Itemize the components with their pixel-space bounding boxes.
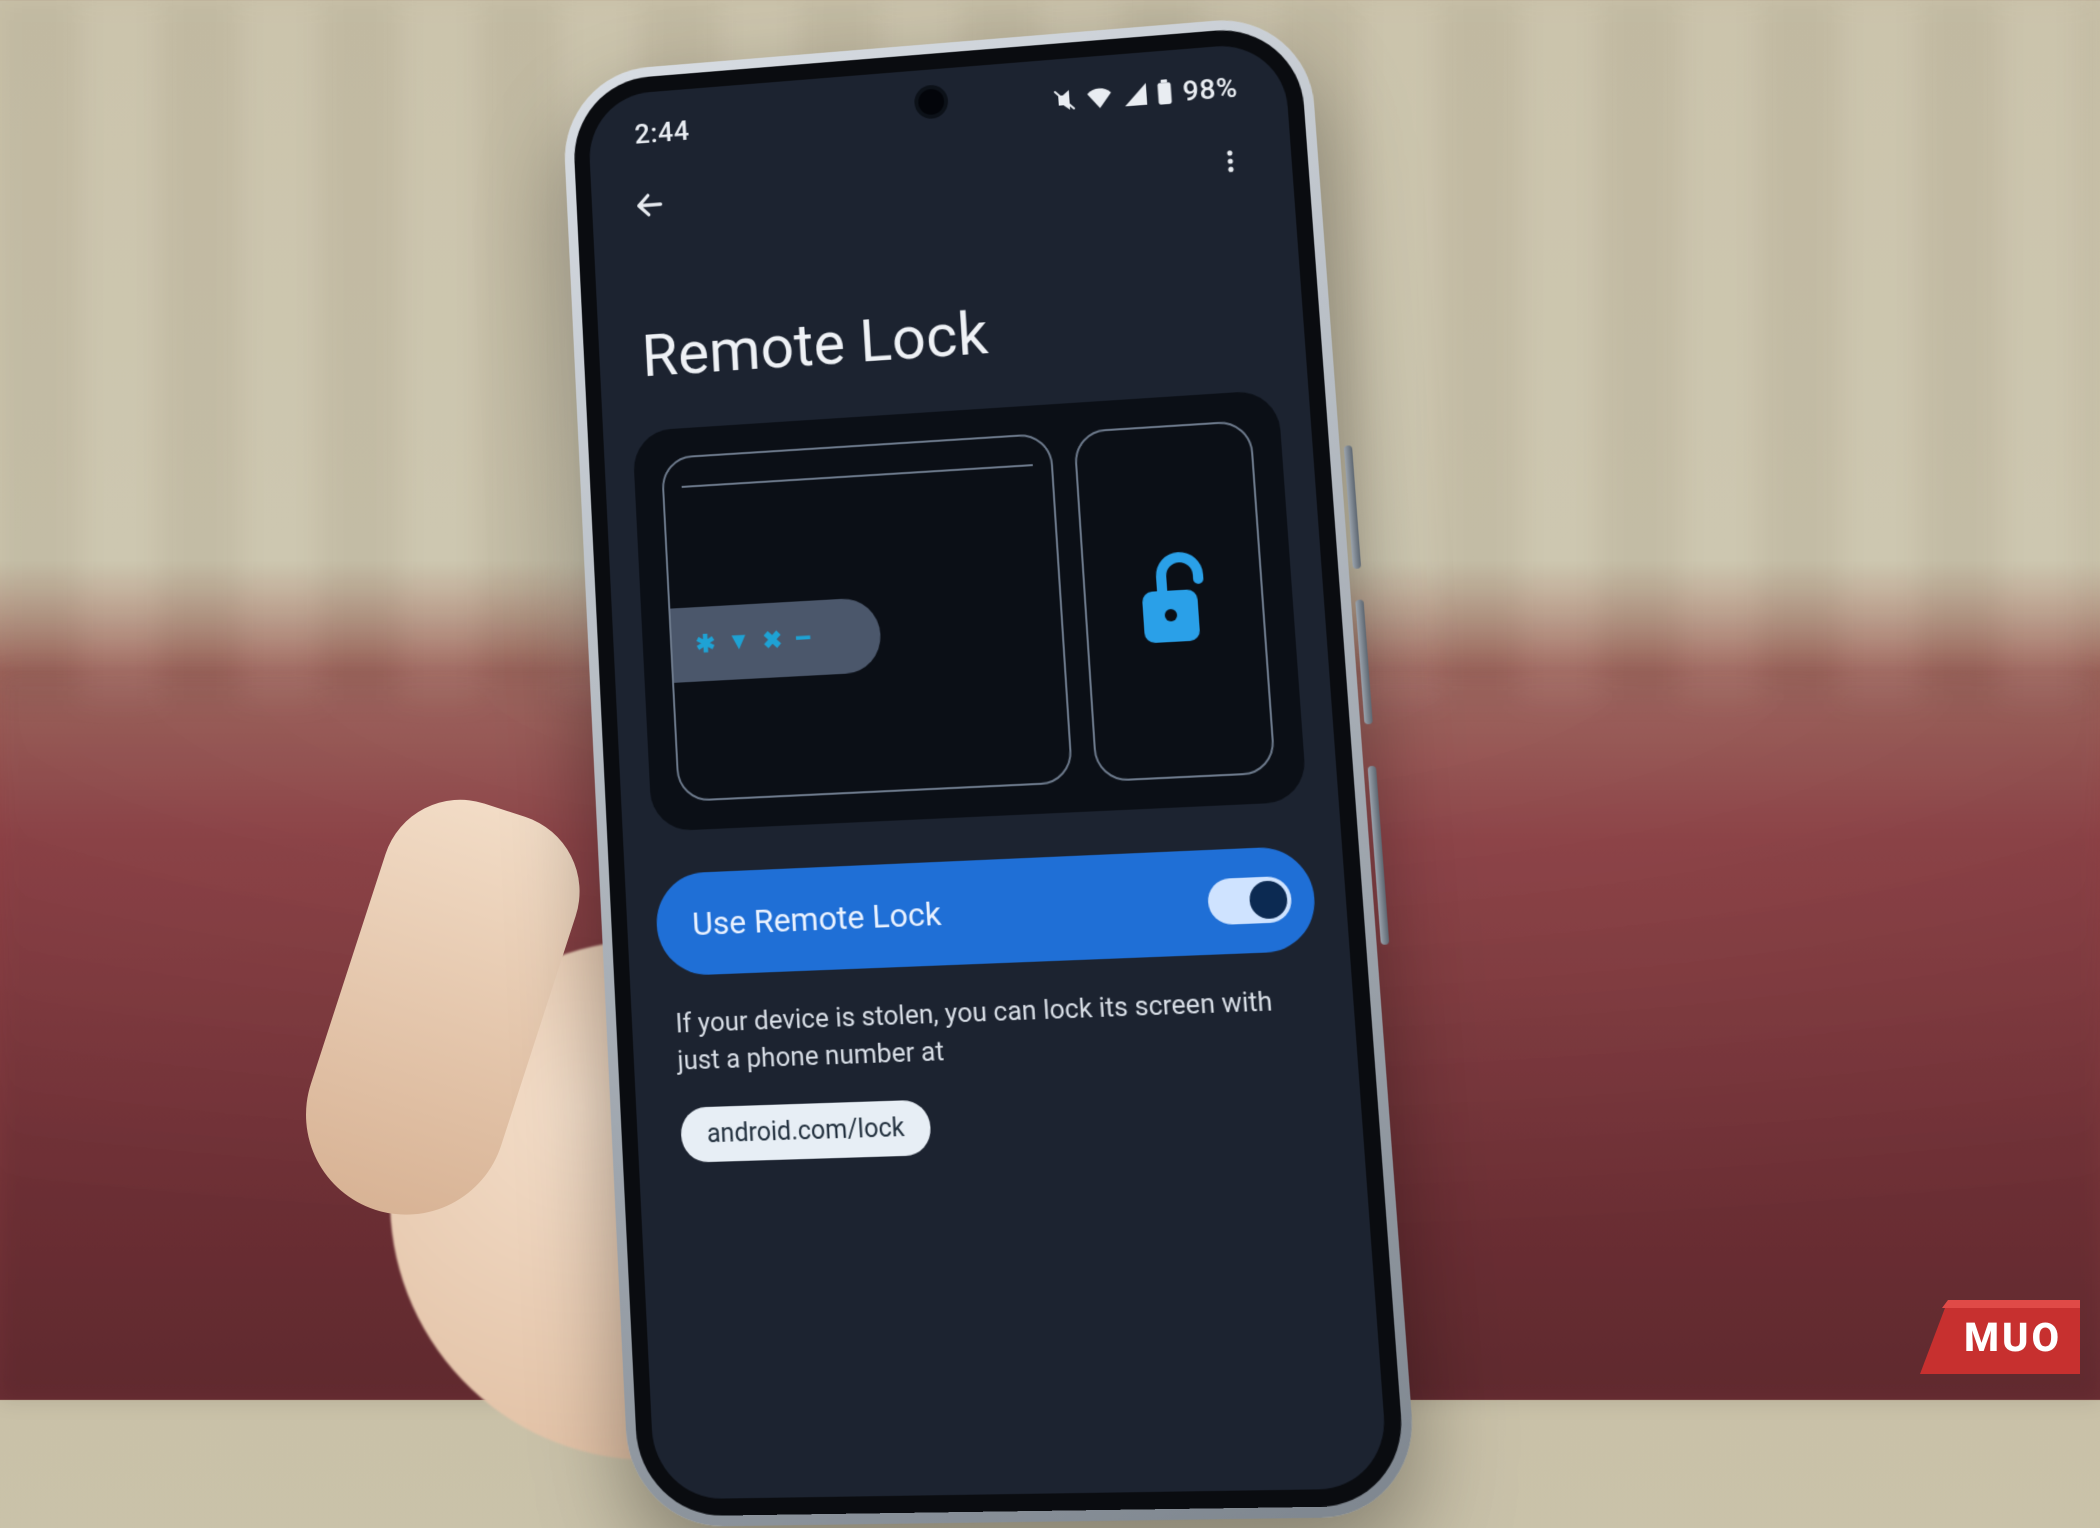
cellular-signal-icon	[1122, 83, 1148, 107]
battery-icon	[1156, 79, 1174, 106]
overflow-menu-button[interactable]	[1204, 135, 1256, 187]
wifi-icon	[1086, 86, 1113, 110]
unlock-icon	[1128, 547, 1219, 654]
muo-watermark-text: MUO	[1920, 1292, 2080, 1382]
volume-down-button	[1355, 599, 1373, 724]
volume-up-button	[1344, 445, 1361, 569]
mute-icon	[1052, 87, 1077, 113]
arrow-left-icon	[633, 187, 667, 223]
toggle-switch-thumb	[1248, 880, 1288, 919]
illustration-symbol-asterisk-icon: ✱	[695, 629, 716, 658]
status-time: 2:44	[634, 114, 691, 150]
muo-watermark: MUO	[1920, 1292, 2080, 1382]
more-vertical-icon	[1215, 146, 1245, 176]
toggle-switch[interactable]	[1207, 876, 1293, 926]
phone-screen: 2:44 98%	[587, 41, 1389, 1499]
illustration-browser-panel: ✱ ▼ ✖ –	[661, 433, 1074, 803]
illustration-symbol-x-icon: ✖	[762, 625, 783, 654]
illustration-card: ✱ ▼ ✖ –	[632, 390, 1307, 832]
battery-percentage: 98%	[1182, 70, 1239, 107]
remote-lock-url-chip[interactable]: android.com/lock	[680, 1099, 933, 1162]
illustration-symbol-triangle-icon: ▼	[726, 626, 751, 656]
phone-device: 2:44 98%	[561, 13, 1419, 1527]
use-remote-lock-toggle-row[interactable]: Use Remote Lock	[654, 845, 1318, 976]
illustration-phone-panel	[1073, 420, 1276, 782]
illustration-input-field: ✱ ▼ ✖ –	[670, 596, 882, 682]
illustration-symbol-dash-icon: –	[793, 621, 812, 655]
back-button[interactable]	[625, 180, 674, 230]
power-button	[1368, 766, 1390, 945]
description-text: If your device is stolen, you can lock i…	[675, 983, 1311, 1081]
toggle-label: Use Remote Lock	[691, 894, 942, 944]
